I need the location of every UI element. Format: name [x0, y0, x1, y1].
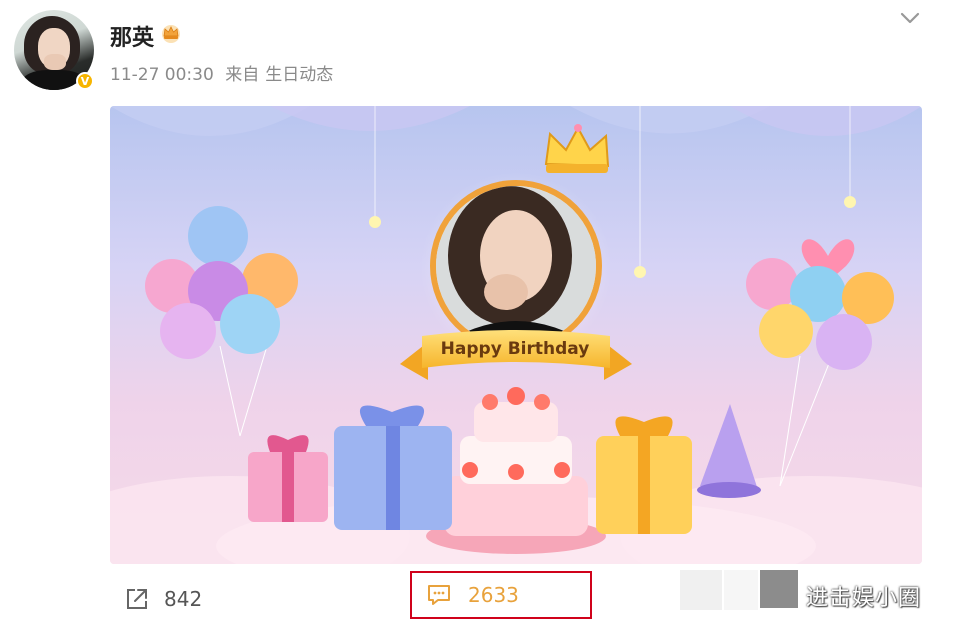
comment-icon [428, 585, 450, 605]
gift-left [248, 435, 328, 522]
happy-birthday-banner: Happy Birthday [440, 339, 590, 359]
repost-icon [127, 589, 147, 609]
gift-blue [334, 405, 452, 530]
verified-icon: V [76, 72, 94, 90]
avatar-hand [44, 54, 66, 70]
repost-button[interactable]: 842 [124, 586, 202, 612]
source-name[interactable]: 生日动态 [265, 65, 333, 85]
repost-count: 842 [164, 587, 203, 611]
post-meta: 11-27 00:30 来自 生日动态 [110, 60, 339, 85]
right-balloons [746, 239, 894, 487]
username[interactable]: 那英 [110, 20, 154, 52]
redaction-block [760, 570, 798, 608]
party-hat [697, 404, 761, 498]
watermark: 进击娱小圈 [806, 586, 922, 611]
chevron-down-icon[interactable] [896, 6, 924, 30]
blurred-area [680, 570, 722, 610]
source-prefix: 来自 [225, 65, 260, 85]
comment-count: 2633 [468, 583, 519, 607]
blurred-area [724, 570, 758, 610]
crown-badge-icon[interactable] [160, 22, 182, 44]
action-bar: 842 2633 进击娱小圈 [0, 570, 956, 628]
gift-yellow [596, 416, 692, 534]
birthday-illustration [110, 106, 922, 564]
post-time[interactable]: 11-27 00:30 [110, 65, 214, 85]
comment-button[interactable]: 2633 [410, 571, 592, 619]
birthday-card-image[interactable]: Happy Birthday [110, 106, 922, 564]
left-balloons [145, 206, 298, 437]
